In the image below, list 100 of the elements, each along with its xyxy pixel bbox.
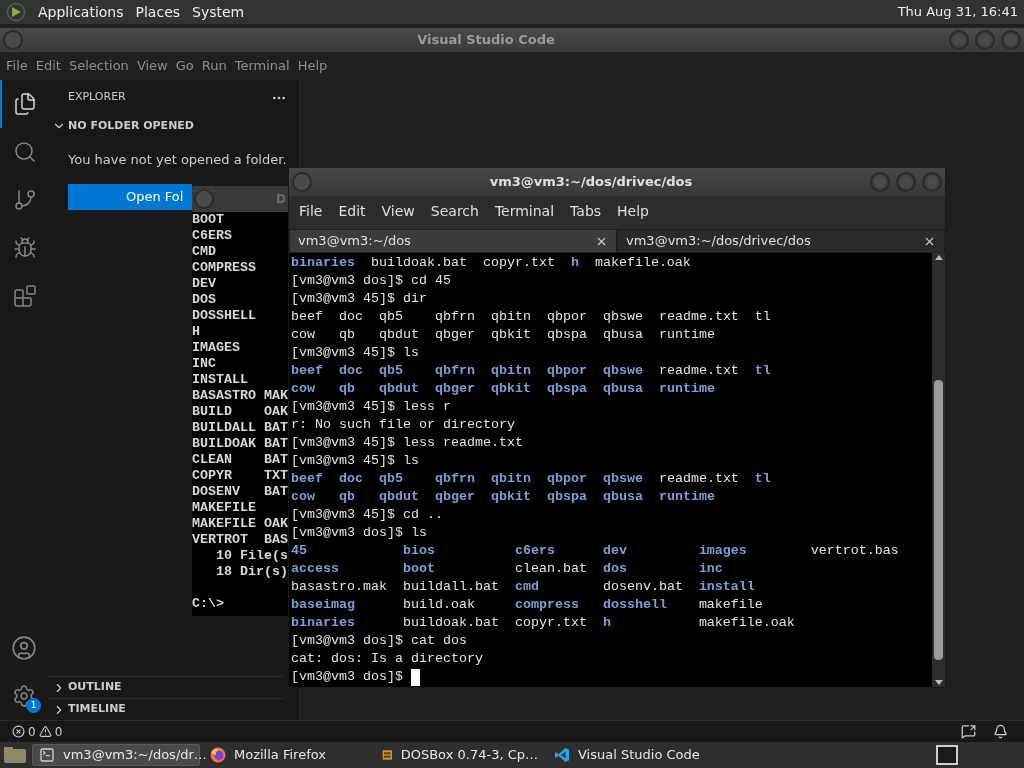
directory-name: images [698,543,747,558]
menu-item[interactable]: Run [198,56,230,76]
directory-name: qbdut [378,489,419,504]
file-name: buildall.bat [402,579,499,594]
directory-name: qbpor [546,471,587,486]
directory-name: qbspa [546,489,587,504]
menu-item[interactable]: Help [611,200,655,222]
file-name: buildoak.bat [402,615,499,630]
directory-name: baseimag [291,597,355,612]
directory-name: access [291,561,339,576]
menu-item[interactable]: Terminal [488,200,561,222]
menu-item[interactable]: Selection [65,56,132,76]
file-name: qbitn [490,309,531,324]
menu-item[interactable]: Edit [32,56,64,76]
file-name: makefile [698,597,763,612]
directory-entry-name: C6ERS [192,228,233,244]
scrollbar-thumb[interactable] [934,380,943,660]
directory-name: qbger [434,489,475,504]
scrollbar[interactable] [932,253,945,687]
menu-item[interactable]: Tabs [564,200,608,222]
directory-name: doc [339,363,363,378]
directory-name: boot [402,561,435,576]
account-icon[interactable] [11,635,37,661]
show-desktop-icon[interactable] [2,745,28,765]
terminal-line: [vm3@vm3 45]$ less readme.txt [291,434,524,452]
panel-header[interactable]: OUTLINE [48,676,284,698]
panel-menu[interactable]: Applications [38,1,124,23]
directory-name: tl [754,363,771,378]
panel-menu[interactable]: Places [135,1,181,23]
firefox-icon [210,747,226,763]
directory-name: binaries [291,615,355,630]
menu-item[interactable]: File [293,200,329,222]
directory-name: doc [339,471,363,486]
directory-name: dos [602,561,627,576]
directory-entry-name: MAKEFILE [192,516,257,532]
file-name: copyr.txt [514,615,587,630]
menu-item[interactable]: View [375,200,421,222]
terminal-line: [vm3@vm3 45]$ dir [291,290,428,308]
taskbar-label: Mozilla Firefox [234,746,326,765]
directory-name: bios [402,543,435,558]
open-folder-button[interactable]: Open Fol [68,183,192,210]
settings-icon[interactable] [12,684,36,708]
menu-item[interactable]: Go [172,56,197,76]
warning-count[interactable]: 0 [54,722,63,741]
notification-badge: 1 [26,698,41,713]
terminal-tab[interactable]: vm3@vm3:~/dos/drivec/dos [617,229,945,253]
terminal-tab[interactable]: vm3@vm3:~/dos [289,229,617,253]
directory-name: qbswe [602,363,643,378]
taskbar-button[interactable]: Visual Studio Code [548,744,716,766]
file-name: tl [754,309,771,324]
file-name: runtime [658,327,715,342]
directory-name: qbger [434,381,475,396]
feedback-icon[interactable] [961,724,976,739]
file-name: cow [291,327,315,342]
directory-name: qbpor [546,363,587,378]
menu-item[interactable]: Edit [332,200,372,222]
directory-entry-name: BASASTRO [192,388,257,404]
workspace-switcher[interactable] [936,745,958,765]
empty-message: You have not yet opened a folder. [68,151,288,169]
summary-line: 10 File(s [215,548,288,564]
file-name: doc [339,309,363,324]
menu-item[interactable]: Help [294,56,331,76]
directory-name: c6ers [514,543,555,558]
clock[interactable]: Thu Aug 31, 16:41 [897,2,1018,22]
directory-name: binaries [291,255,355,270]
file-name: basastro.mak [291,579,387,594]
directory-entry-name: BUILDOAK [192,436,257,452]
taskbar-button[interactable]: DOSBox 0.74-3, Cp… [376,744,544,766]
terminal-line: [vm3@vm3 dos]$ cat dos [291,632,468,650]
app-menu-logo-icon[interactable] [6,2,26,22]
bell-icon[interactable] [993,724,1008,739]
directory-entry-name: VERTROT [192,532,249,548]
directory-name: qb [339,381,355,396]
directory-name: qbitn [490,363,531,378]
menu-item[interactable]: Terminal [231,56,293,76]
menu-item[interactable]: Search [424,200,485,222]
command-prompt: C:\> [192,596,225,612]
terminal-line: [vm3@vm3 45]$ ls [291,344,420,362]
menu-item[interactable]: View [133,56,171,76]
taskbar-label: DOSBox 0.74-3, Cp… [400,746,538,765]
directory-entry-name: CMD [192,244,217,260]
directory-entry-name: INC [192,356,217,372]
window-title: Visual Studio Code [416,31,556,50]
terminal-line: [vm3@vm3 45]$ cd .. [291,506,444,524]
file-name: qbfrn [434,309,475,324]
section-header[interactable]: NO FOLDER OPENED [48,115,299,137]
terminal-line: [vm3@vm3 dos]$ ls [291,524,428,542]
files-icon [13,92,37,116]
panel-menu[interactable]: System [192,1,245,23]
directory-entry-extension: TXT [263,468,288,484]
error-count[interactable]: 0 [28,722,36,741]
directory-entry-name: COPYR [192,468,233,484]
directory-entry-name: COMPRESS [192,260,257,276]
tab-label: vm3@vm3:~/dos [298,232,411,251]
file-name: qb5 [378,309,403,324]
text-cursor [410,668,420,686]
directory-name: runtime [658,381,715,396]
directory-entry-name: H [192,324,201,340]
file-name: qbger [434,327,475,342]
menu-item[interactable]: File [3,56,31,76]
